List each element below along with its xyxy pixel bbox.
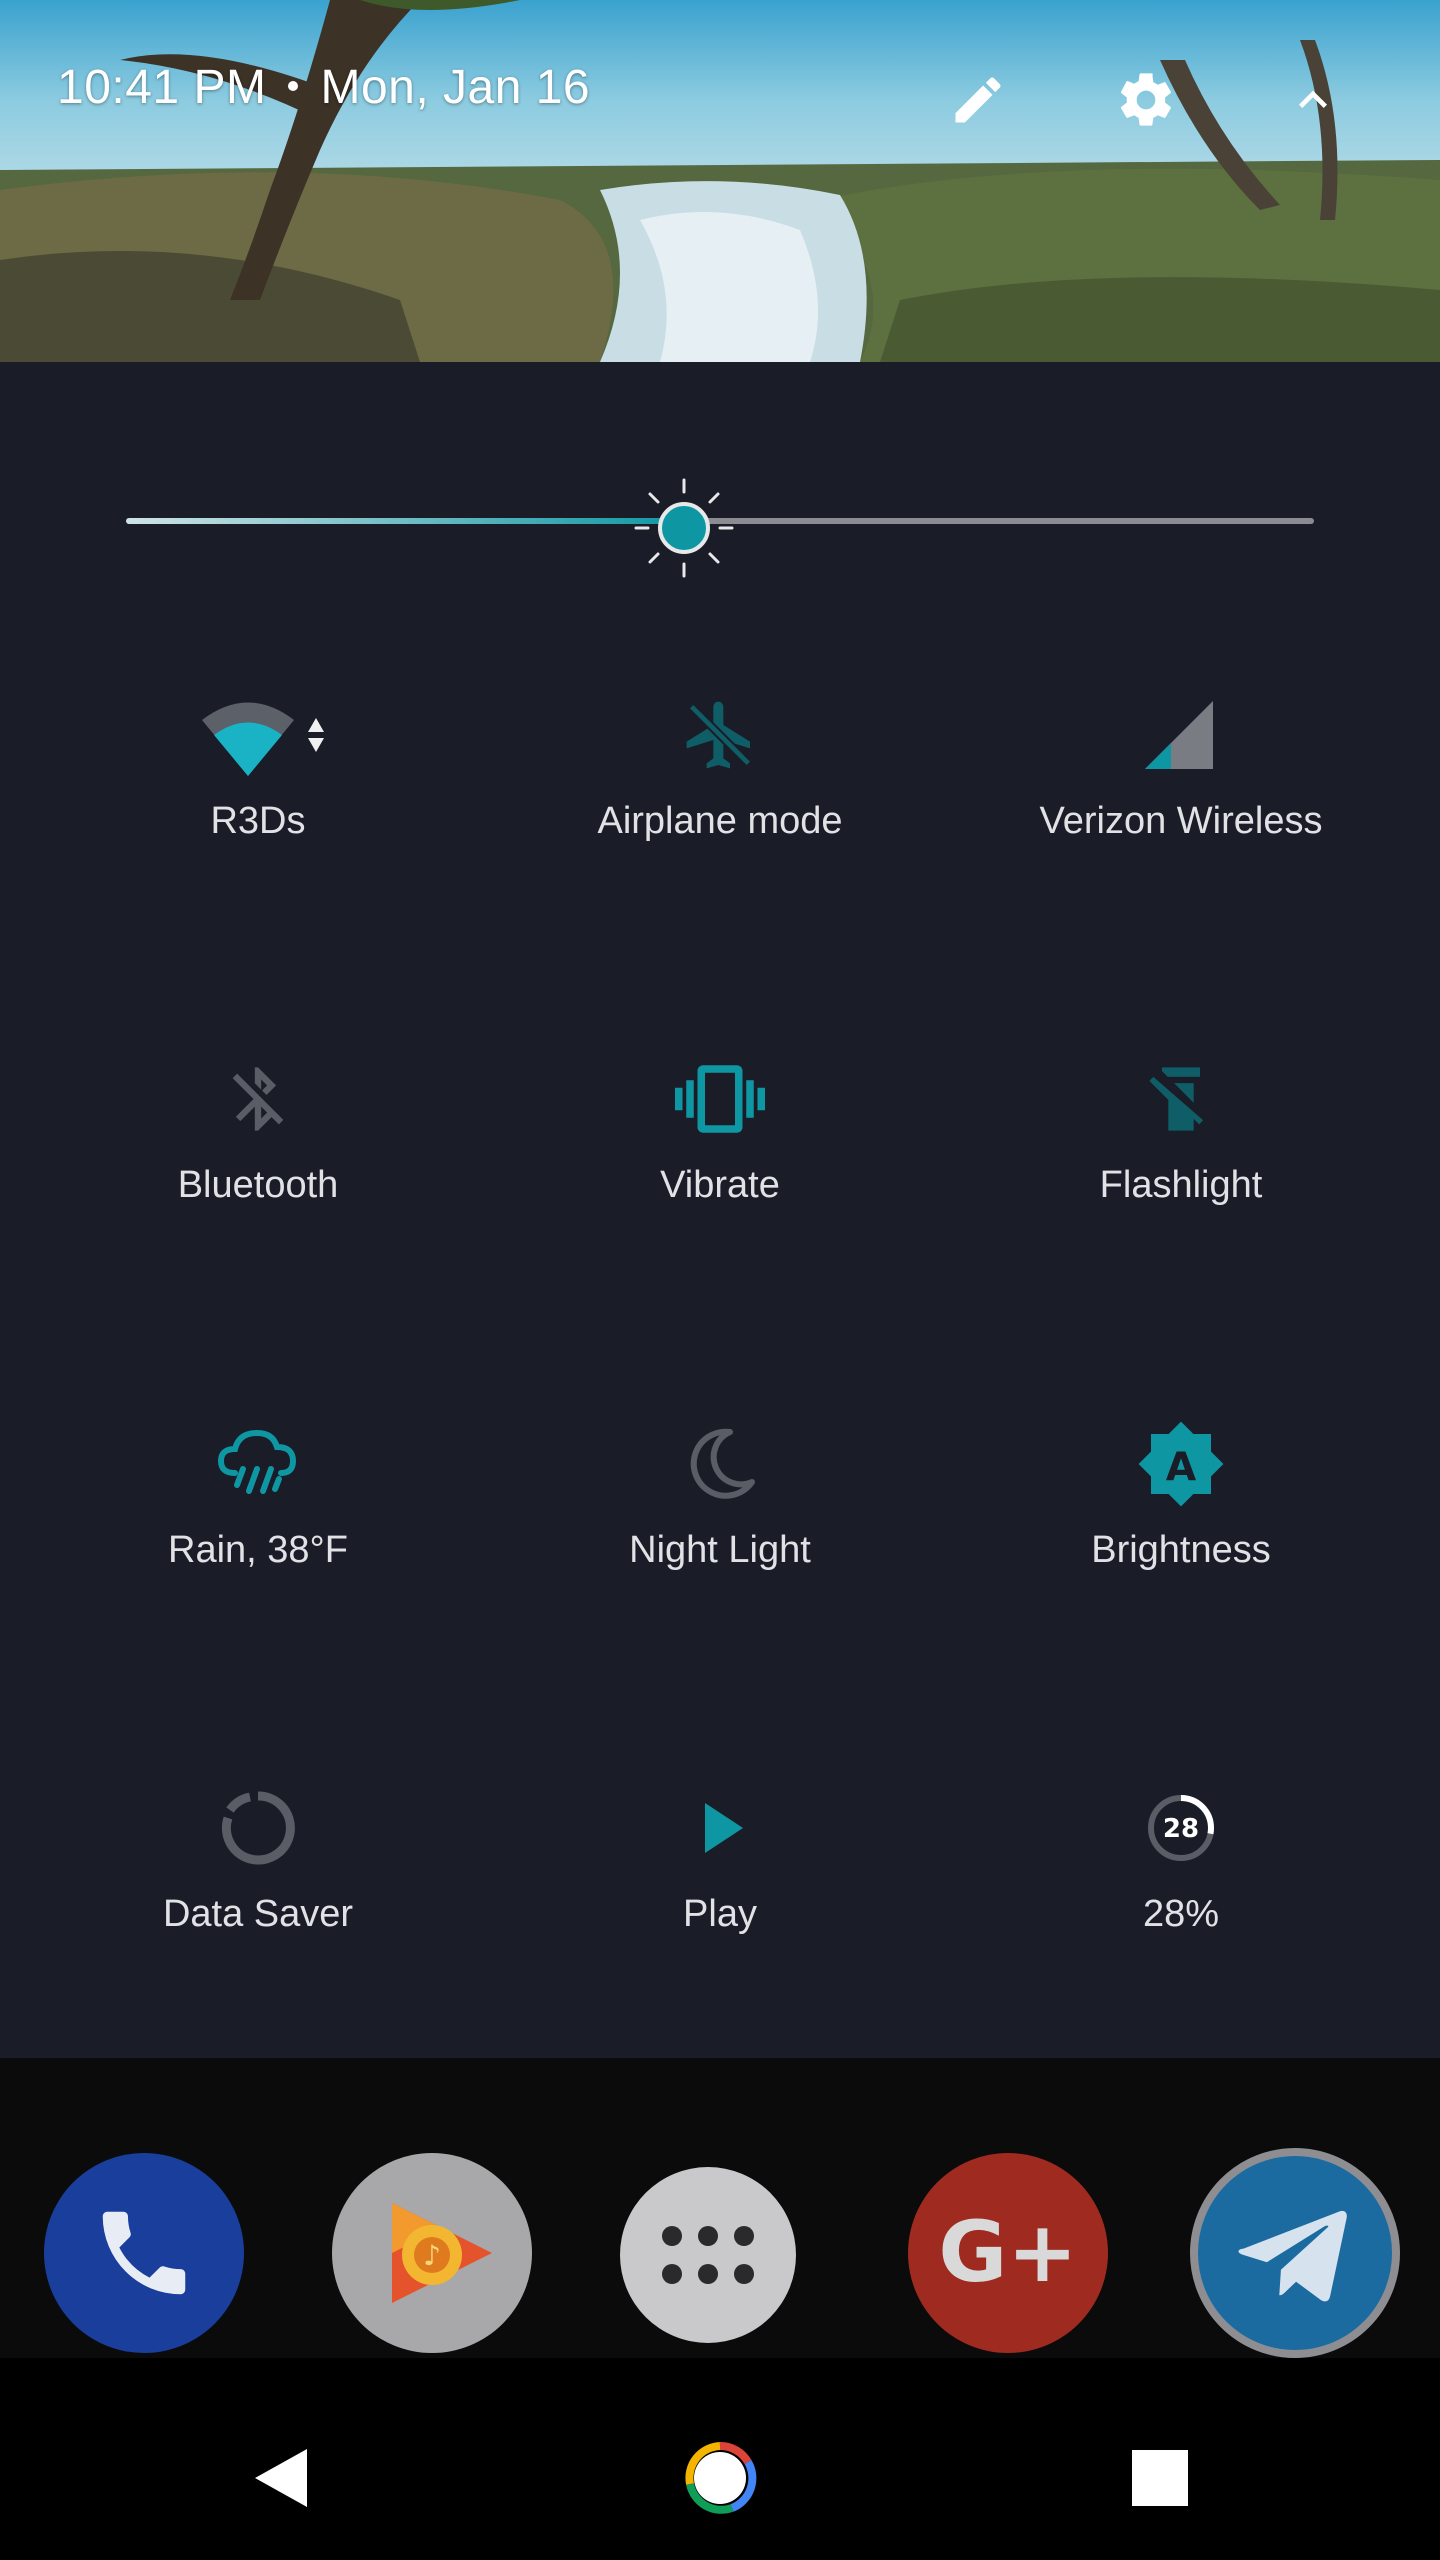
tile-label: Brightness	[1091, 1529, 1271, 1571]
telegram-icon	[1238, 2210, 1347, 2302]
tile-weather[interactable]: Rain, 38°F	[28, 1409, 488, 1669]
airplane-icon	[686, 701, 754, 769]
tile-label: Verizon Wireless	[1039, 800, 1323, 842]
home-icon	[685, 2441, 757, 2514]
battery-circle-icon: 28	[1148, 1795, 1214, 1861]
tile-label: Bluetooth	[177, 1164, 339, 1206]
settings-button[interactable]	[1108, 62, 1184, 138]
tile-flashlight[interactable]: Flashlight	[951, 1044, 1411, 1304]
svg-text:♪: ♪	[423, 2239, 441, 2272]
google-plus-icon: G+	[938, 2203, 1077, 2301]
flashlight-icon	[1149, 1067, 1204, 1131]
tile-label: Night Light	[629, 1529, 811, 1571]
tile-icon-wrap	[490, 680, 950, 790]
tile-icon-wrap	[28, 1044, 488, 1154]
tile-icon-wrap	[28, 1773, 488, 1883]
tile-brightness[interactable]: A Brightness	[951, 1409, 1411, 1669]
tile-cellular[interactable]: Verizon Wireless	[951, 680, 1411, 940]
tile-icon-wrap: 28	[951, 1773, 1411, 1883]
tile-label: R3Ds	[210, 800, 306, 842]
battery-percent-text: 28	[1163, 1814, 1199, 1844]
edit-icon	[955, 77, 1001, 123]
tile-label: 28%	[1142, 1893, 1220, 1935]
recents-button[interactable]	[1110, 2428, 1210, 2528]
tile-label: Vibrate	[660, 1164, 780, 1206]
moon-icon	[690, 1428, 755, 1499]
dock-app-phone[interactable]	[44, 2153, 244, 2353]
tile-icon-wrap	[951, 680, 1411, 790]
tile-data-saver[interactable]: Data Saver	[28, 1773, 488, 2033]
tile-icon-wrap	[490, 1773, 950, 1883]
quick-settings-header: 10:41 PM Mon, Jan 16	[0, 0, 1440, 362]
tile-label: Play	[683, 1893, 757, 1935]
dock-app-telegram[interactable]	[1190, 2148, 1400, 2358]
tile-play[interactable]: Play	[490, 1773, 950, 2033]
tile-label: Rain, 38°F	[168, 1529, 348, 1571]
home-button[interactable]	[670, 2428, 770, 2528]
back-button[interactable]	[232, 2428, 332, 2528]
sun-icon[interactable]	[632, 476, 736, 580]
play-music-icon: ♪	[392, 2203, 492, 2303]
recents-icon	[1132, 2450, 1188, 2506]
app-drawer-icon	[662, 2226, 754, 2284]
tile-label: Data Saver	[162, 1893, 354, 1935]
tile-icon-wrap	[28, 1409, 488, 1519]
tile-wifi[interactable]: R3Ds	[28, 680, 488, 940]
clock-date: 10:41 PM Mon, Jan 16	[57, 60, 590, 115]
tile-icon-wrap	[951, 1044, 1411, 1154]
dock-app-play-music[interactable]: ♪	[332, 2153, 532, 2353]
back-icon	[255, 2449, 307, 2507]
rain-cloud-icon	[217, 1429, 297, 1494]
tile-icon-wrap	[490, 1409, 950, 1519]
dock-app-google-plus[interactable]: G+	[908, 2153, 1108, 2353]
brightness-track-active	[126, 518, 684, 524]
tile-icon-wrap: A	[951, 1409, 1411, 1519]
phone-icon	[102, 2211, 186, 2295]
collapse-button[interactable]	[1275, 62, 1351, 138]
bluetooth-off-icon	[232, 1067, 284, 1131]
tile-icon-wrap	[490, 1044, 950, 1154]
vibrate-icon	[675, 1065, 765, 1133]
cell-signal-icon	[1145, 701, 1213, 769]
tile-icon-wrap	[28, 680, 488, 790]
time-text: 10:41 PM	[57, 61, 267, 114]
tile-vibrate[interactable]: Vibrate	[490, 1044, 950, 1304]
brightness-track-inactive	[684, 518, 1314, 524]
date-text: Mon, Jan 16	[320, 61, 591, 114]
tile-battery[interactable]: 28 28%	[951, 1773, 1411, 2033]
tile-label: Airplane mode	[597, 800, 843, 842]
auto-brightness-icon: A	[1138, 1421, 1224, 1507]
wallpaper-landscape	[0, 0, 1440, 362]
play-icon	[705, 1803, 743, 1853]
chevron-up-icon	[1299, 90, 1327, 108]
edit-button[interactable]	[940, 62, 1016, 138]
google-plus-text: G+	[938, 2203, 1077, 2301]
gear-icon	[1121, 73, 1171, 126]
tile-bluetooth[interactable]: Bluetooth	[28, 1044, 488, 1304]
wifi-icon	[202, 702, 324, 776]
tile-airplane-mode[interactable]: Airplane mode	[490, 680, 950, 940]
dock-app-drawer[interactable]	[620, 2167, 796, 2343]
data-saver-icon	[221, 1791, 295, 1865]
separator-dot	[288, 81, 299, 92]
tile-night-light[interactable]: Night Light	[490, 1409, 950, 1669]
tile-label: Flashlight	[1099, 1164, 1263, 1206]
svg-text:A: A	[1166, 1444, 1197, 1490]
